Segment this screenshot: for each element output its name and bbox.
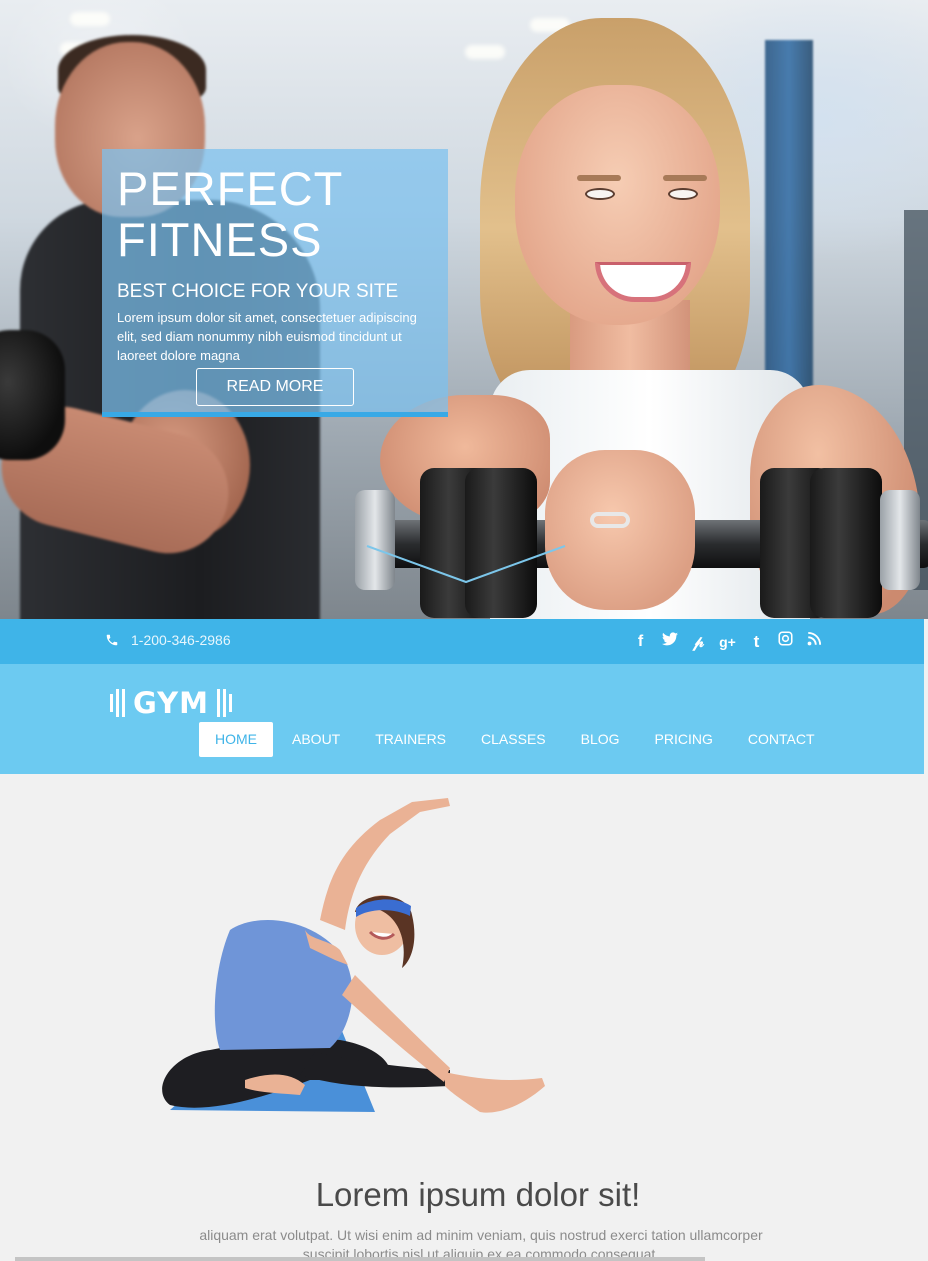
hero-title-line2: FITNESS bbox=[117, 213, 323, 266]
phone-icon bbox=[106, 634, 118, 646]
logo-bars-left bbox=[110, 687, 125, 719]
twitter-icon[interactable] bbox=[655, 631, 684, 653]
hero-title: PERFECT FITNESS bbox=[117, 163, 432, 265]
rss-icon[interactable] bbox=[800, 631, 829, 653]
main-nav: HOME ABOUT TRAINERS CLASSES BLOG PRICING… bbox=[199, 722, 834, 757]
yoga-woman-image bbox=[162, 798, 545, 1113]
logo-text: GYM bbox=[133, 686, 210, 720]
ceiling-light bbox=[70, 12, 110, 26]
horizontal-scrollbar[interactable] bbox=[15, 1257, 705, 1261]
phone-info: 1-200-346-2986 bbox=[105, 632, 231, 648]
scroll-down-chevron-icon[interactable] bbox=[365, 540, 575, 590]
nav-item-classes[interactable]: CLASSES bbox=[465, 722, 562, 757]
facebook-icon[interactable]: f bbox=[626, 631, 655, 653]
phone-number: 1-200-346-2986 bbox=[131, 632, 231, 648]
main-header: GYM HOME ABOUT TRAINERS CLASSES BLOG PRI… bbox=[0, 664, 924, 774]
logo-bars-right bbox=[217, 687, 233, 719]
section-headline: Lorem ipsum dolor sit! bbox=[315, 1176, 641, 1213]
nav-item-home[interactable]: HOME bbox=[199, 722, 273, 757]
nav-item-contact[interactable]: CONTACT bbox=[732, 722, 831, 757]
google-plus-icon[interactable]: g+ bbox=[713, 631, 742, 653]
hero-title-line1: PERFECT bbox=[117, 162, 344, 215]
pinterest-icon[interactable]: 𝓅 bbox=[684, 631, 713, 653]
instagram-icon[interactable] bbox=[771, 631, 800, 653]
tumblr-icon[interactable]: t bbox=[742, 631, 771, 653]
gym-logo[interactable]: GYM bbox=[110, 686, 233, 720]
hero-subtitle: BEST CHOICE FOR YOUR SITE bbox=[117, 281, 399, 302]
hero-woman-figure bbox=[355, 0, 928, 619]
section-body-text: aliquam erat volutpat. Ut wisi enim ad m… bbox=[199, 1227, 763, 1261]
nav-item-trainers[interactable]: TRAINERS bbox=[359, 722, 462, 757]
social-links: f 𝓅 g+ t bbox=[626, 631, 829, 653]
hero-description: Lorem ipsum dolor sit amet, consectetuer… bbox=[117, 310, 417, 363]
nav-item-about[interactable]: ABOUT bbox=[276, 722, 356, 757]
nav-item-pricing[interactable]: PRICING bbox=[639, 722, 729, 757]
hero-promo-box: PERFECT FITNESS BEST CHOICE FOR YOUR SIT… bbox=[102, 149, 448, 417]
nav-item-blog[interactable]: BLOG bbox=[565, 722, 636, 757]
contact-bar: 1-200-346-2986 f 𝓅 g+ t bbox=[0, 619, 924, 664]
hero-banner: PERFECT FITNESS BEST CHOICE FOR YOUR SIT… bbox=[0, 0, 928, 619]
read-more-button[interactable]: READ MORE bbox=[196, 368, 354, 406]
